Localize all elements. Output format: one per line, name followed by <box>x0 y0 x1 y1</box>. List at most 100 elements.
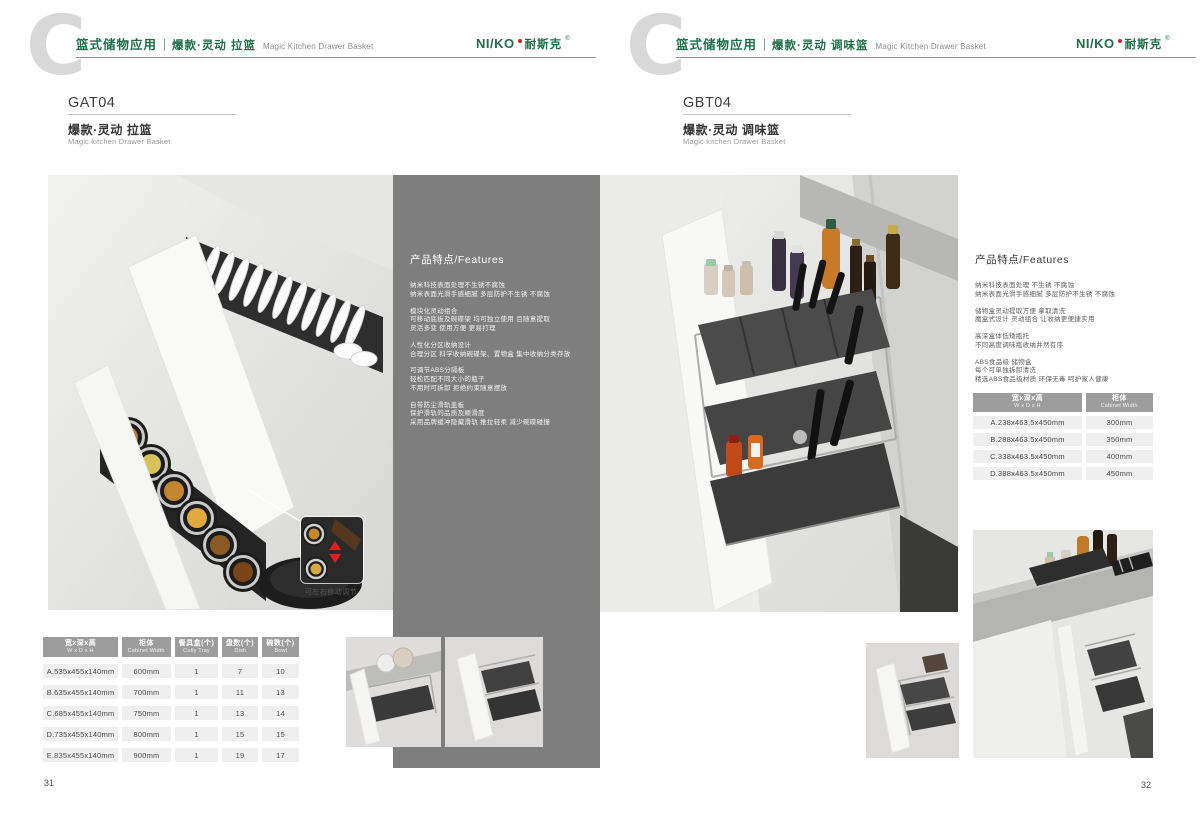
features-title: 产品特点/Features <box>410 252 588 267</box>
page-number-right: 32 <box>1141 780 1151 790</box>
feature-line: 可调节ABS分隔板 <box>410 367 588 376</box>
feature-group: 人性化分区收纳设计合理分区 科学收纳碗碟架、置物盒 集中收纳分类存放 <box>410 342 588 360</box>
registered-mark: ® <box>565 36 569 42</box>
feature-line: 纳米表面光滑手感细腻 多层防护不生锈 不腐蚀 <box>410 291 588 300</box>
feature-line: 轻松匹配不同大小的瓶子 <box>410 376 588 385</box>
product-name: 爆款·灵动 拉篮 <box>68 121 152 138</box>
header-series-en: Magic Kitchen Drawer Basket <box>263 42 373 51</box>
table-cell: B.288x463.5x450mm <box>973 433 1082 446</box>
feature-group: 自带防尘滑轨盖板保护滑轨的品质及顺滑度采用品牌缓冲隐藏滑轨 推拉轻柔 减少碗碟碰… <box>410 402 588 428</box>
feature-line: 可移动底板及碗碟架 均可独立使用 且随意提取 <box>410 316 588 325</box>
table-cell: 1 <box>175 727 218 741</box>
thumb-photo-spice-pullout <box>866 643 959 758</box>
table-cell: 13 <box>262 685 299 699</box>
page-number-left: 31 <box>44 778 54 788</box>
feature-line: 魔盒式设计 灵动组合 让收纳更便捷实用 <box>975 316 1190 325</box>
table-header-cell: 盘数(个)Dish <box>222 637 258 657</box>
table-cell: A.238x463.5x450mm <box>973 416 1082 429</box>
feature-line: 不同高度调味瓶收纳井然有序 <box>975 342 1190 351</box>
table-cell: 13 <box>222 706 258 720</box>
header-rule <box>676 57 1196 58</box>
feature-group: 高深盒体低矮瓶托不同高度调味瓶收纳井然有序 <box>975 333 1190 351</box>
table-cell: 17 <box>262 748 299 762</box>
page-header-left: 篮式储物应用 爆款·灵动 拉篮 Magic Kitchen Drawer Bas… <box>76 34 373 53</box>
table-header-cell: 柜体Cabinet Width <box>122 637 171 657</box>
page-header-right: 篮式储物应用 爆款·灵动 调味篮 Magic Kitchen Drawer Ba… <box>676 34 986 53</box>
nisko-logo: NI/KO 耐斯克 ® <box>476 36 570 52</box>
table-cell: 14 <box>262 706 299 720</box>
callout-label: 可左右移动调节 <box>283 587 379 597</box>
table-cell: 1 <box>175 706 218 720</box>
features-title: 产品特点/Features <box>975 252 1190 267</box>
feature-group: 纳米科技表面处理不生锈不腐蚀纳米表面光滑手感细腻 多层防护不生锈 不腐蚀 <box>410 282 588 300</box>
feature-line: 合理分区 科学收纳碗碟架、置物盒 集中收纳分类存放 <box>410 351 588 360</box>
header-rule <box>76 57 596 58</box>
table-cell: 15 <box>262 727 299 741</box>
feature-line: 不用时可拆卸 拒绝约束随意摆放 <box>410 385 588 394</box>
table-cell: 7 <box>222 664 258 678</box>
table-header-cell: 餐具盒(个)Cutly Tray <box>175 637 218 657</box>
features-list: 纳米科技表面处理不生锈不腐蚀纳米表面光滑手感细腻 多层防护不生锈 不腐蚀模块化灵… <box>410 282 588 428</box>
logo-wordmark: NI/KO <box>1076 36 1115 51</box>
table-header-cell: 柜体Cabinet Width <box>1086 393 1153 412</box>
feature-group: 纳米科技表面处理 不生锈 不腐蚀纳米表面光滑手感细腻 多层防护不生锈 不腐蚀 <box>975 282 1190 300</box>
table-cell: 19 <box>222 748 258 762</box>
feature-line: 人性化分区收纳设计 <box>410 342 588 351</box>
table-cell: 15 <box>222 727 258 741</box>
logo-dot-icon <box>1118 39 1122 43</box>
table-cell: 10 <box>262 664 299 678</box>
table-cell: D.388x463.5x450mm <box>973 467 1082 480</box>
table-header-cell: 宽x深x高W x D x H <box>973 393 1082 412</box>
table-cell: 1 <box>175 664 218 678</box>
thumb-photo-two-tier-basket <box>445 637 543 747</box>
feature-line: 采用品牌缓冲隐藏滑轨 推拉轻柔 减少碗碟碰撞 <box>410 419 588 428</box>
product-code: GAT04 <box>68 95 115 111</box>
table-cell: 800mm <box>122 727 171 741</box>
spice-basket-illustration <box>600 175 958 612</box>
features-list: 纳米科技表面处理 不生锈 不腐蚀纳米表面光滑手感细腻 多层防护不生锈 不腐蚀储物… <box>975 282 1190 385</box>
feature-line: 每个可单独拆卸清洗 <box>975 367 1190 376</box>
table-cell: 400mm <box>1086 450 1153 463</box>
thumb-photo-towel-basket <box>346 637 441 747</box>
spec-table-right: 宽x深x高W x D x H柜体Cabinet Width A.238x463.5… <box>973 393 1153 480</box>
product-code-rule <box>68 114 236 115</box>
features-block-left: 产品特点/Features 纳米科技表面处理不生锈不腐蚀纳米表面光滑手感细腻 多… <box>410 252 588 436</box>
header-series: 爆款·灵动 调味篮 <box>772 37 869 53</box>
catalog-spread: C 篮式储物应用 爆款·灵动 拉篮 Magic Kitchen Drawer B… <box>0 0 1200 820</box>
table-cell: E.835x455x140mm <box>43 748 118 762</box>
header-divider <box>164 39 165 51</box>
countertop-illustration <box>973 530 1153 758</box>
features-block-right: 产品特点/Features 纳米科技表面处理 不生锈 不腐蚀纳米表面光滑手感细腻… <box>975 252 1190 393</box>
logo-dot-icon <box>518 39 522 43</box>
table-cell: D.735x455x140mm <box>43 727 118 741</box>
header-category: 篮式储物应用 <box>76 34 157 53</box>
feature-group: ABS食品级 储物盒每个可单独拆卸清洗精选ABS食品级材质 环保无毒 呵护家人健… <box>975 359 1190 385</box>
feature-group: 储物盒灵动提取方便 拿取清洗魔盒式设计 灵动组合 让收纳更便捷实用 <box>975 308 1190 326</box>
photo-countertop-spice-rack <box>973 530 1153 758</box>
table-cell: B.635x455x140mm <box>43 685 118 699</box>
header-divider <box>764 39 765 51</box>
thumb-illustration <box>866 643 959 758</box>
product-code-rule <box>683 114 851 115</box>
table-cell: 600mm <box>122 664 171 678</box>
feature-line: 纳米科技表面处理 不生锈 不腐蚀 <box>975 282 1190 291</box>
feature-line: 灵活多变 使用方便 更易打理 <box>410 325 588 334</box>
table-cell: 700mm <box>122 685 171 699</box>
adjustable-jar-closeup <box>301 517 363 583</box>
spec-table-left: 宽x深x高W x D x H柜体Cabinet Width餐具盒(个)Cutly… <box>43 637 299 762</box>
feature-group: 模块化灵动组合可移动底板及碗碟架 均可独立使用 且随意提取灵活多变 使用方便 更… <box>410 308 588 334</box>
table-cell: 300mm <box>1086 416 1153 429</box>
logo-wordmark: NI/KO <box>476 36 515 51</box>
feature-line: 精选ABS食品级材质 环保无毒 呵护家人健康 <box>975 376 1190 385</box>
registered-mark: ® <box>1165 36 1169 42</box>
table-header-cell: 碗数(个)Bowl <box>262 637 299 657</box>
feature-line: 纳米表面光滑手感细腻 多层防护不生锈 不腐蚀 <box>975 291 1190 300</box>
feature-line: 高深盒体低矮瓶托 <box>975 333 1190 342</box>
table-cell: C.338x463.5x450mm <box>973 450 1082 463</box>
table-cell: A.535x455x140mm <box>43 664 118 678</box>
table-cell: 350mm <box>1086 433 1153 446</box>
thumb-illustration <box>445 637 543 747</box>
table-cell: 11 <box>222 685 258 699</box>
thumb-illustration <box>346 637 441 747</box>
table-cell: 1 <box>175 685 218 699</box>
